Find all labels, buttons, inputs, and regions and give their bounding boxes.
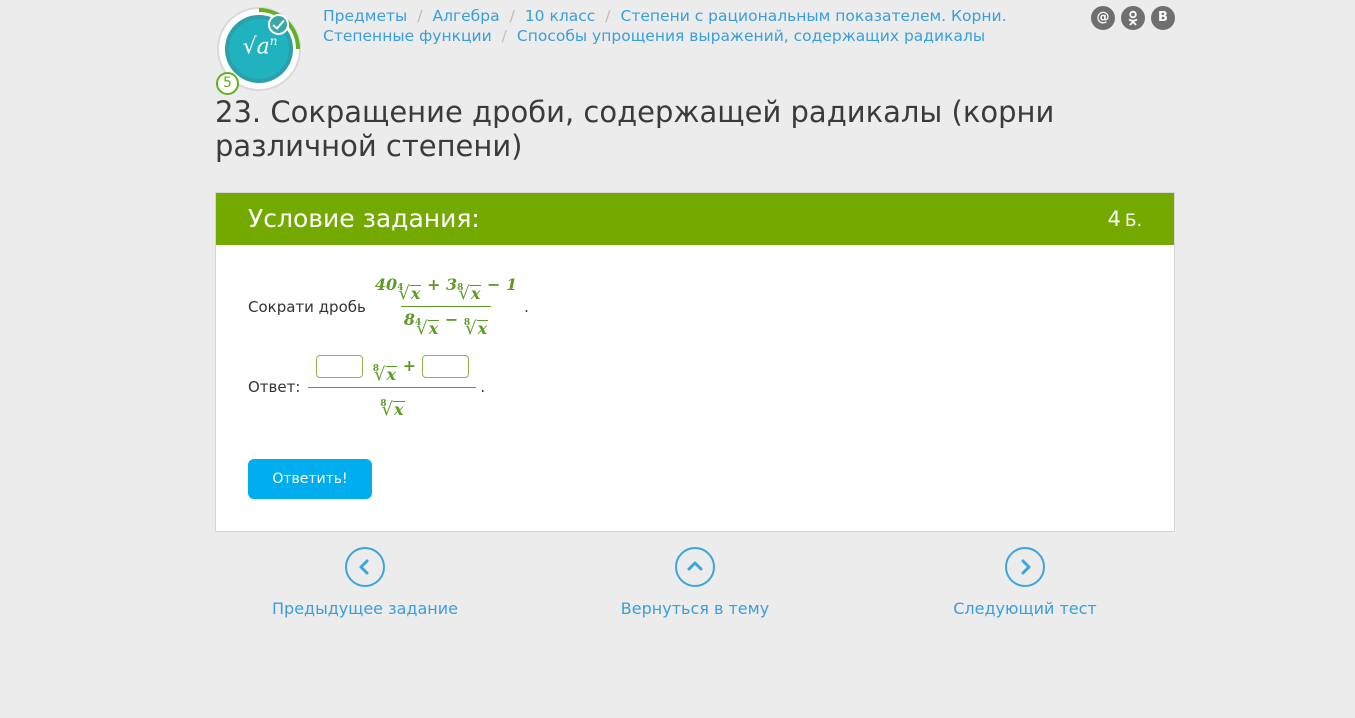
task-fraction: 40 4 √ x + 3 8 √ x − 1 8 4 √ x − 8 √ x — [372, 275, 520, 338]
page-title: 23. Сокращение дроби, содержащей радикал… — [215, 95, 1055, 163]
breadcrumb: Предметы / Алгебра/10 класс / Степени с раци… — [323, 6, 1083, 46]
prev-task-label[interactable]: Предыдущее задание — [235, 599, 495, 618]
breadcrumb-separator: / — [417, 7, 423, 25]
prev-task-link[interactable]: Предыдущее задание — [235, 547, 495, 618]
chevron-up-icon[interactable] — [675, 547, 715, 587]
task-header: Условие задания: 4 Б. — [216, 193, 1174, 245]
answer-row: Ответ: 8 √ x + 8 √ x . — [248, 355, 485, 419]
task-statement: Сократи дробь 40 4 √ x + 3 8 √ x − 1 8 4 √ x − 8 √… — [248, 275, 529, 338]
task-header-title: Условие задания: — [248, 204, 480, 233]
topic-logo[interactable]: √an 5 — [216, 6, 306, 96]
breadcrumb-algebra[interactable]: Алгебра — [432, 7, 499, 25]
chevron-right-icon[interactable] — [1005, 547, 1045, 587]
points-value: 4 — [1107, 207, 1121, 231]
task-points: 4 Б. — [1108, 205, 1142, 235]
period: . — [480, 378, 486, 396]
answer-input-1[interactable] — [316, 355, 364, 378]
breadcrumb-separator: / — [605, 7, 611, 25]
vkontakte-icon[interactable]: В — [1151, 6, 1175, 30]
period: . — [524, 297, 529, 316]
back-to-topic-label[interactable]: Вернуться в тему — [565, 599, 825, 618]
submit-answer-button[interactable]: Ответить! — [248, 459, 372, 499]
fraction-numerator: 40 4 √ x + 3 8 √ x − 1 — [374, 275, 518, 304]
social-links: @ В — [1091, 6, 1175, 30]
answer-denominator: 8 √ x — [308, 387, 477, 419]
next-test-label[interactable]: Следующий тест — [895, 599, 1155, 618]
breadcrumb-separator: / — [501, 27, 507, 45]
breadcrumb-separator: / — [509, 7, 515, 25]
chevron-left-icon[interactable] — [345, 547, 385, 587]
answer-fraction: 8 √ x + 8 √ x — [308, 355, 477, 419]
breadcrumb-subtopic[interactable]: Способы упрощения выражений, содержащих … — [517, 27, 985, 45]
level-badge: 5 — [216, 72, 239, 95]
fraction-denominator: 8 4 √ x − 8 √ x — [400, 306, 492, 338]
back-to-topic-link[interactable]: Вернуться в тему — [565, 547, 825, 618]
breadcrumb-subjects[interactable]: Предметы — [323, 7, 407, 25]
completed-check-icon — [268, 14, 289, 35]
answer-numerator: 8 √ x + — [313, 355, 471, 387]
answer-input-2[interactable] — [421, 355, 469, 378]
answer-label: Ответ: — [248, 378, 301, 396]
logo-formula: √an — [242, 34, 278, 60]
breadcrumb-grade[interactable]: 10 класс — [525, 7, 595, 25]
mail-ru-icon[interactable]: @ — [1091, 6, 1115, 30]
task-card: Условие задания: 4 Б. Сократи дробь 40 4 √ x… — [215, 192, 1175, 532]
odnoklassniki-icon[interactable] — [1121, 6, 1145, 30]
task-prompt: Сократи дробь — [248, 297, 366, 316]
next-test-link[interactable]: Следующий тест — [895, 547, 1155, 618]
points-unit: Б. — [1124, 211, 1142, 231]
